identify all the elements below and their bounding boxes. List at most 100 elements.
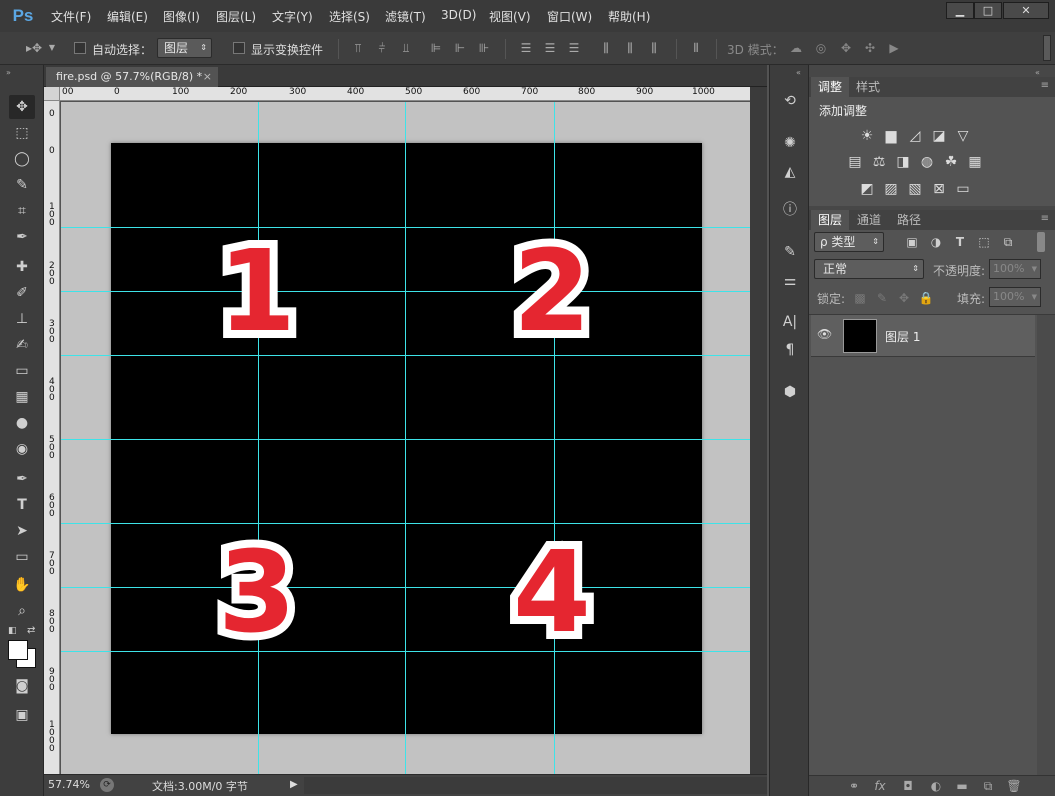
- 3d-panel-icon[interactable]: ⬢: [779, 381, 801, 403]
- move-tool-icon[interactable]: ✥: [9, 95, 35, 119]
- status-info-icon[interactable]: ⟳: [100, 778, 114, 792]
- 3d-slide-icon[interactable]: ✣: [862, 40, 878, 56]
- new-adjustment-icon[interactable]: ◐: [927, 778, 945, 794]
- 3d-rotate-icon[interactable]: ☁: [788, 40, 804, 56]
- new-group-icon[interactable]: ▬: [953, 778, 971, 794]
- horizontal-scrollbar[interactable]: [304, 777, 767, 794]
- blend-mode-dropdown[interactable]: 正常 ⇕: [814, 259, 924, 279]
- type-tool-icon[interactable]: T: [9, 493, 35, 517]
- distribute-vcenter-icon[interactable]: ☰: [542, 40, 558, 56]
- layer-name[interactable]: 图层 1: [885, 328, 920, 345]
- brightness-icon[interactable]: ☀: [857, 127, 877, 145]
- lock-transparent-icon[interactable]: ▩: [851, 290, 869, 306]
- path-select-tool-icon[interactable]: ➤: [9, 519, 35, 543]
- link-layers-icon[interactable]: ⚭: [845, 778, 863, 794]
- menu-select[interactable]: 选择(S): [329, 8, 370, 25]
- pen-tool-icon[interactable]: ✒: [9, 467, 35, 491]
- exposure-icon[interactable]: ◪: [929, 127, 949, 145]
- align-hcenter-icon[interactable]: ⊩: [452, 40, 468, 56]
- menu-window[interactable]: 窗口(W): [547, 8, 592, 25]
- horizontal-guide[interactable]: [61, 227, 750, 228]
- status-menu-arrow-icon[interactable]: ▶: [290, 779, 298, 790]
- collapse-icon[interactable]: »: [6, 68, 11, 77]
- align-top-icon[interactable]: ⫪: [350, 40, 366, 56]
- new-layer-icon[interactable]: ⧉: [979, 778, 997, 794]
- gradient-tool-icon[interactable]: ▦: [9, 385, 35, 409]
- quick-mask-icon[interactable]: ◙: [9, 674, 35, 698]
- auto-select-checkbox[interactable]: [74, 42, 86, 54]
- tab-styles[interactable]: 样式: [849, 77, 887, 97]
- vertical-guide[interactable]: [258, 102, 259, 774]
- menu-edit[interactable]: 编辑(E): [107, 8, 148, 25]
- chevron-down-icon[interactable]: ▼: [47, 40, 57, 56]
- tab-paths[interactable]: 路径: [890, 210, 928, 230]
- distribute-bottom-icon[interactable]: ☰: [566, 40, 582, 56]
- layer-row[interactable]: 👁 图层 1: [811, 315, 1035, 357]
- clone-stamp-tool-icon[interactable]: ⊥: [9, 307, 35, 331]
- filter-shape-icon[interactable]: ⬚: [975, 234, 993, 250]
- filter-adjust-icon[interactable]: ◑: [927, 234, 945, 250]
- hue-saturation-icon[interactable]: ▤: [845, 153, 865, 171]
- filter-toggle-switch[interactable]: [1037, 232, 1045, 252]
- document-tab[interactable]: fire.psd @ 57.7%(RGB/8) * ×: [46, 67, 218, 87]
- horizontal-guide[interactable]: [61, 355, 750, 356]
- zoom-tool-icon[interactable]: ⌕: [9, 599, 35, 623]
- default-colors-icon[interactable]: ◧: [8, 626, 17, 636]
- black-white-icon[interactable]: ◨: [893, 153, 913, 171]
- paragraph-panel-icon[interactable]: ¶: [779, 339, 801, 361]
- vertical-guide[interactable]: [554, 102, 555, 774]
- 3d-pan-icon[interactable]: ✥: [838, 40, 854, 56]
- selective-color-icon[interactable]: ⊠: [929, 180, 949, 198]
- menu-type[interactable]: 文字(Y): [272, 8, 313, 25]
- vibrance-icon[interactable]: ▽: [953, 127, 973, 145]
- vertical-guide[interactable]: [405, 102, 406, 774]
- menu-file[interactable]: 文件(F): [51, 8, 91, 25]
- info-panel-icon[interactable]: ⓘ: [779, 199, 801, 221]
- curves-icon[interactable]: ◿: [905, 127, 925, 145]
- menu-3d[interactable]: 3D(D): [441, 8, 476, 22]
- gradient-map-icon[interactable]: ▭: [953, 180, 973, 198]
- panel-menu-icon[interactable]: ≡: [1041, 213, 1049, 224]
- quick-select-tool-icon[interactable]: ✎: [9, 173, 35, 197]
- opacity-field[interactable]: 100% ▼: [989, 259, 1041, 279]
- levels-icon[interactable]: ▆: [881, 127, 901, 145]
- minimize-button[interactable]: ▁: [946, 2, 974, 19]
- eraser-tool-icon[interactable]: ▭: [9, 359, 35, 383]
- align-vcenter-icon[interactable]: ⫩: [374, 40, 390, 56]
- vertical-scrollbar[interactable]: [750, 87, 767, 774]
- layers-scrollbar[interactable]: [1037, 315, 1055, 775]
- horizontal-guide[interactable]: [61, 291, 750, 292]
- screen-mode-icon[interactable]: ▣: [9, 703, 35, 727]
- lasso-tool-icon[interactable]: ◯: [9, 147, 35, 171]
- menu-image[interactable]: 图像(I): [163, 8, 200, 25]
- horizontal-guide[interactable]: [61, 587, 750, 588]
- options-scroll-handle[interactable]: [1043, 35, 1051, 61]
- hand-tool-icon[interactable]: ✋: [9, 573, 35, 597]
- color-lookup-icon[interactable]: ▦: [965, 153, 985, 171]
- tab-adjustments[interactable]: 调整: [811, 77, 850, 97]
- crop-tool-icon[interactable]: ⌗: [9, 199, 35, 223]
- foreground-color-swatch[interactable]: [8, 640, 28, 660]
- swap-colors-icon[interactable]: ⇄: [27, 625, 35, 636]
- lock-all-icon[interactable]: 🔒: [917, 290, 935, 306]
- close-button[interactable]: ✕: [1003, 2, 1049, 19]
- distribute-left-icon[interactable]: ⫼: [598, 40, 614, 56]
- brush-panel-icon[interactable]: ✎: [779, 241, 801, 263]
- fx-icon[interactable]: fx: [871, 778, 889, 794]
- auto-select-dropdown[interactable]: 图层 ⇕: [157, 38, 212, 58]
- fill-field[interactable]: 100% ▼: [989, 287, 1041, 307]
- delete-layer-icon[interactable]: 🗑: [1005, 778, 1023, 794]
- distribute-right-icon[interactable]: ⫼: [646, 40, 662, 56]
- history-panel-icon[interactable]: ⟲: [779, 90, 801, 112]
- color-panel-icon[interactable]: ✺: [779, 132, 801, 154]
- filter-pixel-icon[interactable]: ▣: [903, 234, 921, 250]
- tab-close-icon[interactable]: ×: [203, 67, 212, 87]
- panel-menu-icon[interactable]: ≡: [1041, 80, 1049, 91]
- 3d-roll-icon[interactable]: ◎: [813, 40, 829, 56]
- menu-view[interactable]: 视图(V): [489, 8, 531, 25]
- collapse-icon[interactable]: «: [1035, 68, 1040, 77]
- blur-tool-icon[interactable]: ●: [9, 411, 35, 435]
- move-tool-preset-icon[interactable]: ▸✥: [22, 40, 46, 56]
- align-left-icon[interactable]: ⊫: [428, 40, 444, 56]
- horizontal-guide[interactable]: [61, 651, 750, 652]
